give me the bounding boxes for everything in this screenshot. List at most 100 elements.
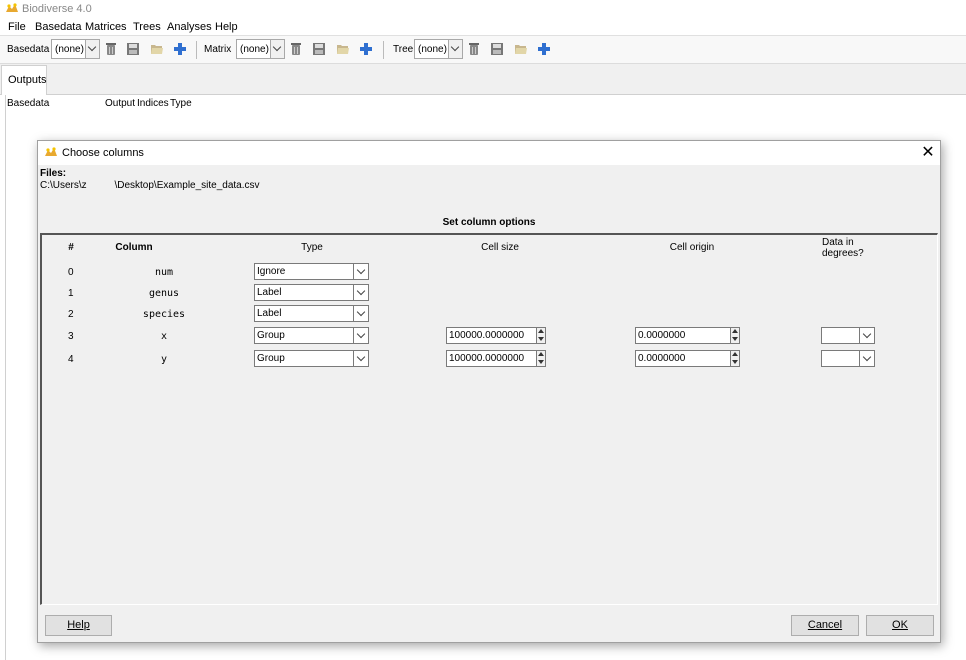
type-select[interactable]: Label (254, 305, 369, 322)
cancel-button-label: Cancel (807, 619, 843, 631)
type-select-value: Group (257, 353, 285, 364)
tree-label: Tree (393, 44, 414, 55)
header-cell-size: Cell size (481, 242, 519, 253)
chevron-down-icon (448, 40, 462, 58)
close-icon[interactable]: ✕ (918, 143, 938, 163)
cell-origin-value: 0.0000000 (638, 330, 686, 341)
type-select-value: Label (257, 308, 282, 319)
row-column-name: x (160, 331, 168, 342)
menu-basedata[interactable]: Basedata (35, 21, 81, 33)
matrix-select-value: (none) (240, 44, 269, 55)
matrix-label: Matrix (204, 44, 232, 55)
section-title: Set column options (442, 217, 536, 228)
row-num: 0 (68, 267, 74, 278)
chevron-down-icon (353, 306, 368, 321)
cancel-button[interactable]: Cancel (791, 615, 859, 636)
trash-icon[interactable] (467, 42, 481, 56)
header-num: # (68, 242, 74, 253)
outputs-col-indices[interactable]: Indices (137, 98, 169, 109)
tree-select[interactable]: (none) (414, 39, 463, 59)
type-select-value: Label (257, 287, 282, 298)
menu-matrices[interactable]: Matrices (85, 21, 127, 33)
column-options-grid: # Column Type Cell size Cell origin Data… (40, 233, 938, 605)
row-column-name: num (154, 267, 174, 278)
chevron-down-icon (85, 40, 99, 58)
type-select[interactable]: Group (254, 327, 369, 344)
menubar: File Basedata Matrices Trees Analyses He… (0, 19, 966, 36)
tab-outputs[interactable]: Outputs (1, 65, 47, 95)
header-degrees-line1: Data in (822, 237, 854, 248)
spinner-arrows-icon[interactable] (536, 351, 545, 366)
chevron-down-icon (353, 285, 368, 300)
chevron-down-icon (859, 328, 874, 343)
chevron-down-icon (270, 40, 284, 58)
dialog-title: Choose columns (62, 147, 144, 159)
trash-icon[interactable] (289, 42, 303, 56)
degrees-select[interactable] (821, 350, 875, 367)
matrix-select[interactable]: (none) (236, 39, 285, 59)
header-type: Type (301, 242, 323, 253)
row-column-name: species (142, 309, 186, 320)
plus-icon[interactable] (359, 42, 373, 56)
menu-help[interactable]: Help (215, 21, 238, 33)
biodiverse-logo-icon (6, 3, 18, 12)
chevron-down-icon (859, 351, 874, 366)
spinner-arrows-icon[interactable] (730, 351, 739, 366)
cell-size-spinner[interactable]: 100000.0000000 (446, 350, 546, 367)
chevron-down-icon (353, 351, 368, 366)
type-select-value: Group (257, 330, 285, 341)
save-icon[interactable] (126, 42, 140, 56)
header-degrees-line2: degrees? (822, 248, 864, 259)
chevron-down-icon (353, 328, 368, 343)
files-label: Files: (40, 168, 67, 179)
biodiverse-logo-icon (45, 147, 57, 156)
row-num: 2 (68, 309, 74, 320)
dialog-titlebar (38, 141, 940, 165)
toolbar: Basedata (none) Matrix (none) Tree (none… (0, 36, 966, 64)
menu-file[interactable]: File (8, 21, 26, 33)
tab-outputs-label: Outputs (8, 74, 47, 86)
header-column: Column (115, 242, 153, 253)
cell-size-value: 100000.0000000 (449, 353, 525, 364)
type-select[interactable]: Group (254, 350, 369, 367)
type-select-value: Ignore (257, 266, 286, 277)
basedata-select[interactable]: (none) (51, 39, 100, 59)
type-select[interactable]: Ignore (254, 263, 369, 280)
files-path: C:\Users\z \Desktop\Example_site_data.cs… (40, 180, 260, 191)
help-button[interactable]: Help (45, 615, 112, 636)
spinner-arrows-icon[interactable] (536, 328, 545, 343)
tab-strip (0, 64, 966, 95)
outputs-col-basedata[interactable]: Basedata (7, 98, 49, 109)
type-select[interactable]: Label (254, 284, 369, 301)
folder-open-icon[interactable] (514, 42, 528, 56)
menu-analyses[interactable]: Analyses (167, 21, 212, 33)
folder-open-icon[interactable] (336, 42, 350, 56)
ok-button-label: OK (892, 619, 908, 631)
row-num: 1 (68, 288, 74, 299)
save-icon[interactable] (490, 42, 504, 56)
spinner-arrows-icon[interactable] (730, 328, 739, 343)
outputs-col-output[interactable]: Output (105, 98, 135, 109)
app-titlebar (0, 0, 966, 18)
header-cell-origin: Cell origin (669, 242, 715, 253)
chevron-down-icon (353, 264, 368, 279)
plus-icon[interactable] (173, 42, 187, 56)
folder-open-icon[interactable] (150, 42, 164, 56)
outputs-col-type[interactable]: Type (170, 98, 192, 109)
header-degrees: Data in degrees? (822, 237, 882, 259)
cell-origin-spinner[interactable]: 0.0000000 (635, 350, 740, 367)
cell-size-spinner[interactable]: 100000.0000000 (446, 327, 546, 344)
plus-icon[interactable] (537, 42, 551, 56)
cell-size-value: 100000.0000000 (449, 330, 525, 341)
row-column-name: genus (148, 288, 180, 299)
row-num: 4 (68, 354, 74, 365)
trash-icon[interactable] (104, 42, 118, 56)
tree-select-value: (none) (418, 44, 447, 55)
save-icon[interactable] (312, 42, 326, 56)
degrees-select[interactable] (821, 327, 875, 344)
cell-origin-spinner[interactable]: 0.0000000 (635, 327, 740, 344)
menu-trees[interactable]: Trees (133, 21, 161, 33)
basedata-label: Basedata (7, 44, 50, 55)
row-num: 3 (68, 331, 74, 342)
ok-button[interactable]: OK (866, 615, 934, 636)
